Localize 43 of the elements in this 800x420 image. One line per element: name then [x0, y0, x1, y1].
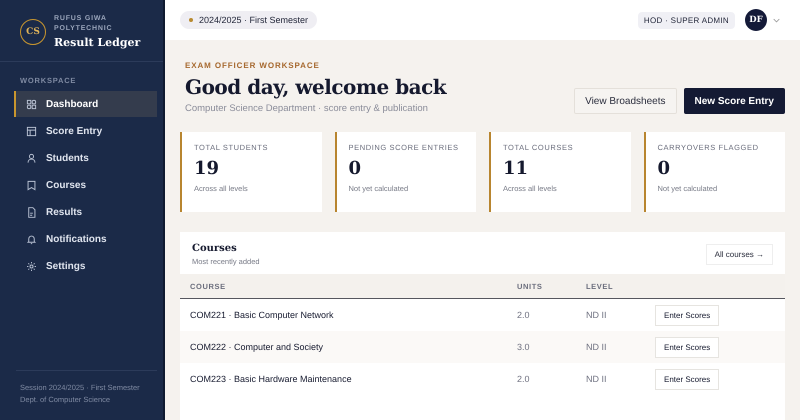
bell-icon	[26, 234, 37, 244]
course-cell-text: COM222 · Computer and Society	[190, 342, 324, 352]
layout-icon	[26, 126, 37, 136]
units-cell-text: 3.0	[517, 342, 531, 352]
level-cell-text: ND II	[586, 374, 608, 384]
course-cell-text: COM223 · Basic Hardware Maintenance	[190, 374, 353, 384]
units-cell-text: 2.0	[517, 374, 531, 384]
chevron-down-icon[interactable]	[773, 18, 780, 22]
broadsheets-button[interactable]: View Broadsheets	[574, 88, 677, 114]
app-name: Result Ledger	[54, 36, 140, 49]
stat-value: 0	[348, 158, 362, 179]
enter-scores-button[interactable]: Enter Scores	[655, 336, 720, 358]
person-icon	[26, 152, 37, 164]
document-icon	[26, 206, 37, 218]
avatar[interactable]: DF	[745, 9, 767, 31]
level-cell-text: ND II	[586, 310, 608, 320]
stat-value: 11	[503, 158, 530, 179]
session-chip[interactable]: 2024/2025 · First Semester	[180, 11, 318, 29]
panel-title: Courses	[192, 243, 238, 254]
book-icon	[26, 180, 37, 190]
gear-icon	[26, 260, 37, 272]
stat-value: 19	[194, 158, 220, 179]
sidebar-item[interactable]: Results	[14, 199, 157, 225]
eyebrow-label: EXAM OFFICER WORKSPACE	[185, 61, 321, 70]
sidebar-item[interactable]: Notifications	[14, 226, 157, 252]
course-cell-text: COM221 · Basic Computer Network	[190, 310, 335, 320]
enter-scores-button[interactable]: Enter Scores	[655, 304, 720, 326]
sidebar-item[interactable]: Score Entry	[14, 118, 157, 144]
sidebar-item[interactable]: Students	[14, 145, 157, 171]
sidebar-item[interactable]: Dashboard	[14, 91, 157, 117]
units-cell-text: 2.0	[517, 310, 531, 320]
sidebar-item[interactable]: Courses	[14, 172, 157, 198]
all-courses-button[interactable]: All courses →	[706, 244, 773, 265]
level-cell-text: ND II	[586, 342, 608, 352]
grid-icon	[26, 98, 37, 110]
role-badge: HOD · SUPER ADMIN	[638, 12, 735, 28]
new-entry-button[interactable]: New Score Entry	[684, 88, 785, 114]
enter-scores-button[interactable]: Enter Scores	[655, 368, 720, 390]
page-subtitle: Computer Science Department · score entry & publication	[185, 103, 429, 114]
logo-badge: CS	[20, 18, 46, 44]
stat-value: 0	[658, 158, 672, 179]
page-title: Good day, welcome back	[185, 75, 446, 99]
sidebar-item[interactable]: Settings	[14, 253, 157, 279]
